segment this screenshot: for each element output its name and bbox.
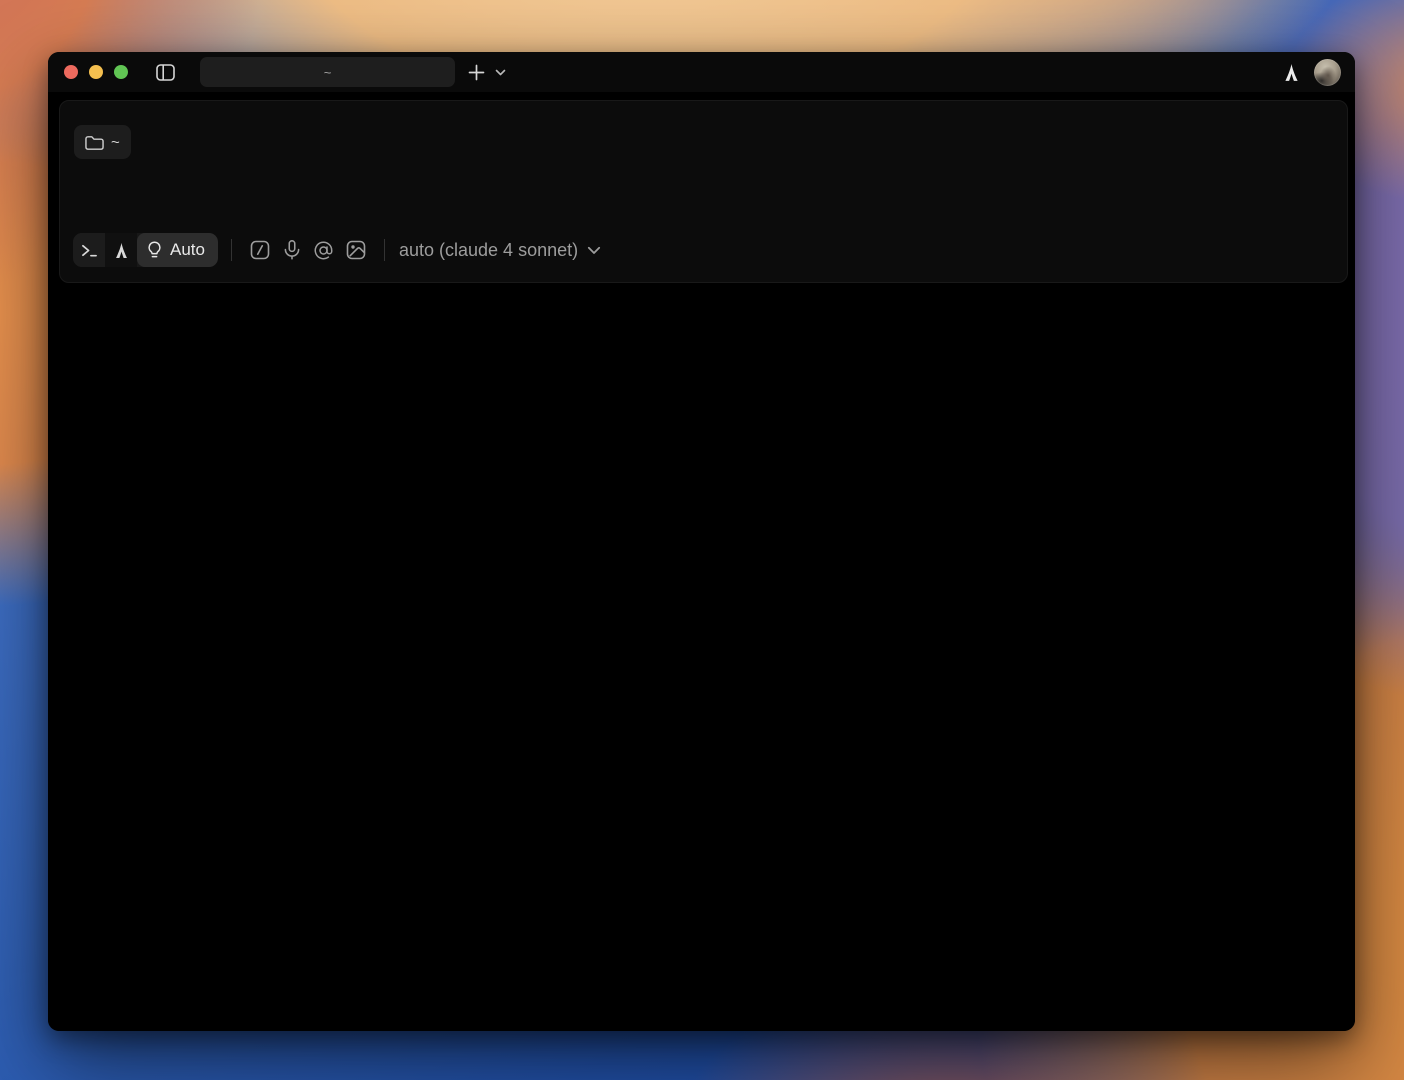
zoom-button[interactable]	[114, 65, 128, 79]
agent-mode-button[interactable]	[105, 233, 137, 267]
auto-mode-button[interactable]: Auto	[137, 233, 218, 267]
terminal-prompt-icon	[81, 243, 98, 258]
warp-logo-icon[interactable]	[1280, 61, 1302, 83]
desktop-wallpaper: ~	[0, 0, 1404, 1080]
folder-icon	[85, 134, 104, 151]
sidebar-toggle-button[interactable]	[155, 62, 175, 82]
tab-list-button[interactable]	[489, 61, 511, 83]
command-input-block[interactable]: ~	[59, 100, 1348, 283]
titlebar: ~	[48, 52, 1355, 92]
sidebar-toggle-icon	[156, 64, 175, 81]
toolbar-divider	[231, 239, 232, 261]
titlebar-right	[1280, 59, 1341, 86]
minimize-button[interactable]	[89, 65, 103, 79]
new-tab-button[interactable]	[463, 59, 489, 85]
terminal-window: ~	[48, 52, 1355, 1031]
tab-title: ~	[324, 65, 332, 80]
slash-command-button[interactable]	[245, 235, 275, 265]
mention-button[interactable]	[309, 235, 339, 265]
tab-home[interactable]: ~	[200, 57, 455, 87]
model-selector-button[interactable]: auto (claude 4 sonnet)	[399, 240, 601, 261]
terminal-mode-button[interactable]	[73, 233, 105, 267]
toolbar-divider	[384, 239, 385, 261]
auto-mode-label: Auto	[170, 240, 205, 260]
traffic-lights	[64, 65, 128, 79]
user-avatar[interactable]	[1314, 59, 1341, 86]
toolbar-icon-group	[245, 235, 371, 265]
at-mention-icon	[313, 240, 334, 261]
close-button[interactable]	[64, 65, 78, 79]
image-icon	[345, 239, 367, 261]
model-selector-label: auto (claude 4 sonnet)	[399, 240, 578, 261]
directory-label: ~	[111, 134, 120, 151]
input-toolbar: Auto	[73, 233, 1334, 267]
agent-logo-icon	[113, 242, 130, 259]
dictation-button[interactable]	[277, 235, 307, 265]
chevron-down-icon	[495, 69, 506, 76]
mode-segmented-control: Auto	[73, 233, 218, 267]
lightbulb-icon	[146, 241, 163, 259]
attach-image-button[interactable]	[341, 235, 371, 265]
terminal-content-area: ~	[48, 92, 1355, 1031]
chevron-down-icon	[587, 246, 601, 255]
slash-command-icon	[249, 239, 271, 261]
current-directory-chip[interactable]: ~	[74, 125, 131, 159]
microphone-icon	[281, 239, 303, 261]
plus-icon	[468, 64, 485, 81]
